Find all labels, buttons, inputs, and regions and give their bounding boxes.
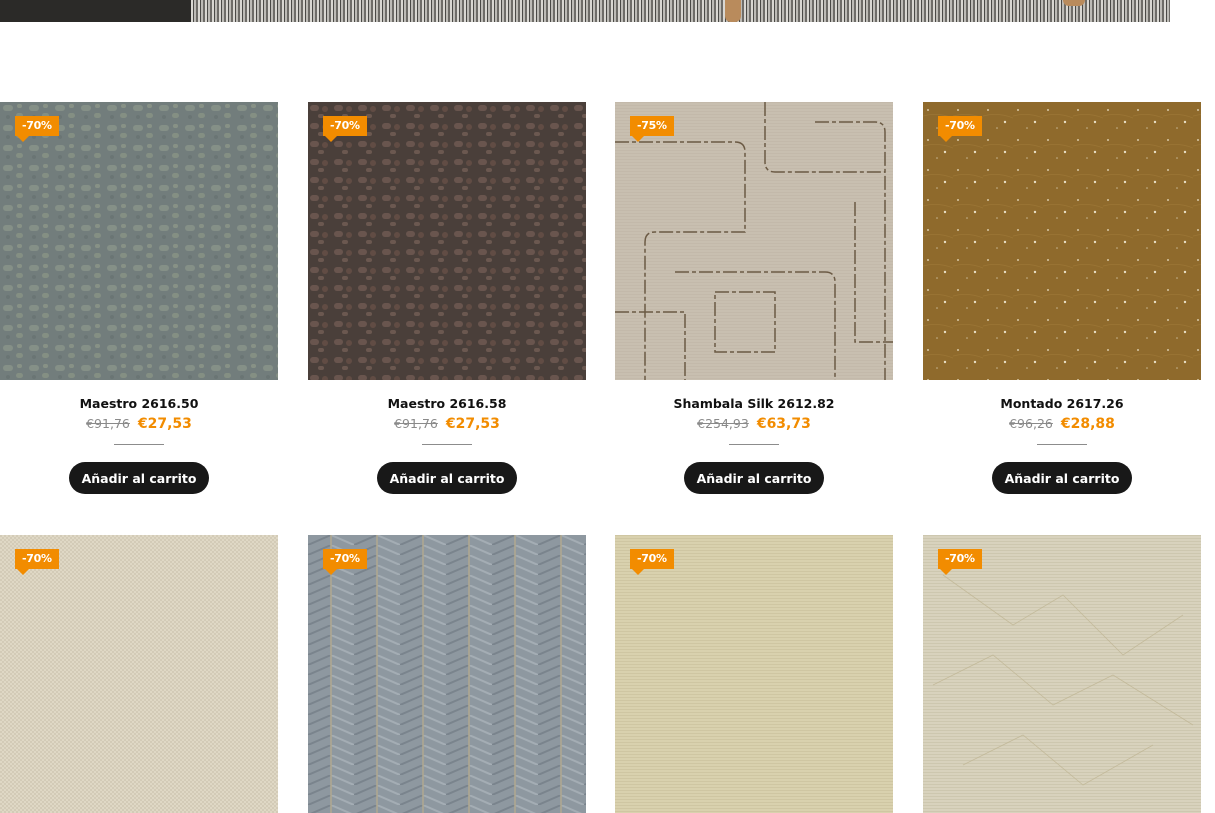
product-image[interactable]: -70% [0, 102, 278, 380]
discount-badge: -70% [323, 549, 367, 575]
product-title[interactable]: Maestro 2616.50 [0, 396, 278, 411]
product-price: €96,26 €28,88 [923, 416, 1201, 432]
divider [114, 444, 164, 445]
hero-chair-leg [1063, 0, 1085, 6]
discount-badge: -70% [323, 116, 367, 142]
wallpaper-swatch-mosaic [308, 102, 586, 380]
product-title[interactable]: Maestro 2616.58 [308, 396, 586, 411]
discount-badge: -70% [630, 549, 674, 575]
add-to-cart-button[interactable]: Añadir al carrito [377, 462, 517, 494]
sale-price: €28,88 [1060, 416, 1115, 432]
divider [1037, 444, 1087, 445]
product-image[interactable]: -70% [615, 535, 893, 813]
divider [422, 444, 472, 445]
discount-badge: -70% [15, 549, 59, 575]
wallpaper-swatch-woven [0, 535, 278, 813]
product-price: €91,76 €27,53 [0, 416, 278, 432]
original-price: €254,93 [697, 416, 749, 431]
wallpaper-swatch-speckle [923, 102, 1201, 380]
product-image[interactable]: -75% [615, 102, 893, 380]
product-image[interactable]: -70% [0, 535, 278, 813]
wallpaper-swatch-herringbone [308, 535, 586, 813]
original-price: €91,76 [86, 416, 130, 431]
product-image[interactable]: -70% [308, 535, 586, 813]
sale-price: €27,53 [137, 416, 192, 432]
discount-badge: -70% [938, 549, 982, 575]
discount-badge: -75% [630, 116, 674, 142]
divider [729, 444, 779, 445]
add-to-cart-button[interactable]: Añadir al carrito [684, 462, 824, 494]
hero-chair-leg [725, 0, 741, 22]
product-image[interactable]: -70% [308, 102, 586, 380]
sale-price: €63,73 [756, 416, 811, 432]
wallpaper-swatch-grasscloth [615, 535, 893, 813]
sale-price: €27,53 [445, 416, 500, 432]
wallpaper-swatch-geometric [615, 102, 893, 380]
product-image[interactable]: -70% [923, 102, 1201, 380]
wallpaper-swatch-mosaic [0, 102, 278, 380]
wallpaper-swatch-crackle [923, 535, 1201, 813]
product-price: €91,76 €27,53 [308, 416, 586, 432]
original-price: €96,26 [1009, 416, 1053, 431]
hero-dark-block [0, 0, 191, 22]
original-price: €91,76 [394, 416, 438, 431]
product-title[interactable]: Shambala Silk 2612.82 [615, 396, 893, 411]
add-to-cart-button[interactable]: Añadir al carrito [992, 462, 1132, 494]
product-title[interactable]: Montado 2617.26 [923, 396, 1201, 411]
product-image[interactable]: -70% [923, 535, 1201, 813]
discount-badge: -70% [938, 116, 982, 142]
discount-badge: -70% [15, 116, 59, 142]
product-price: €254,93 €63,73 [615, 416, 893, 432]
add-to-cart-button[interactable]: Añadir al carrito [69, 462, 209, 494]
hero-banner-image [0, 0, 1170, 22]
